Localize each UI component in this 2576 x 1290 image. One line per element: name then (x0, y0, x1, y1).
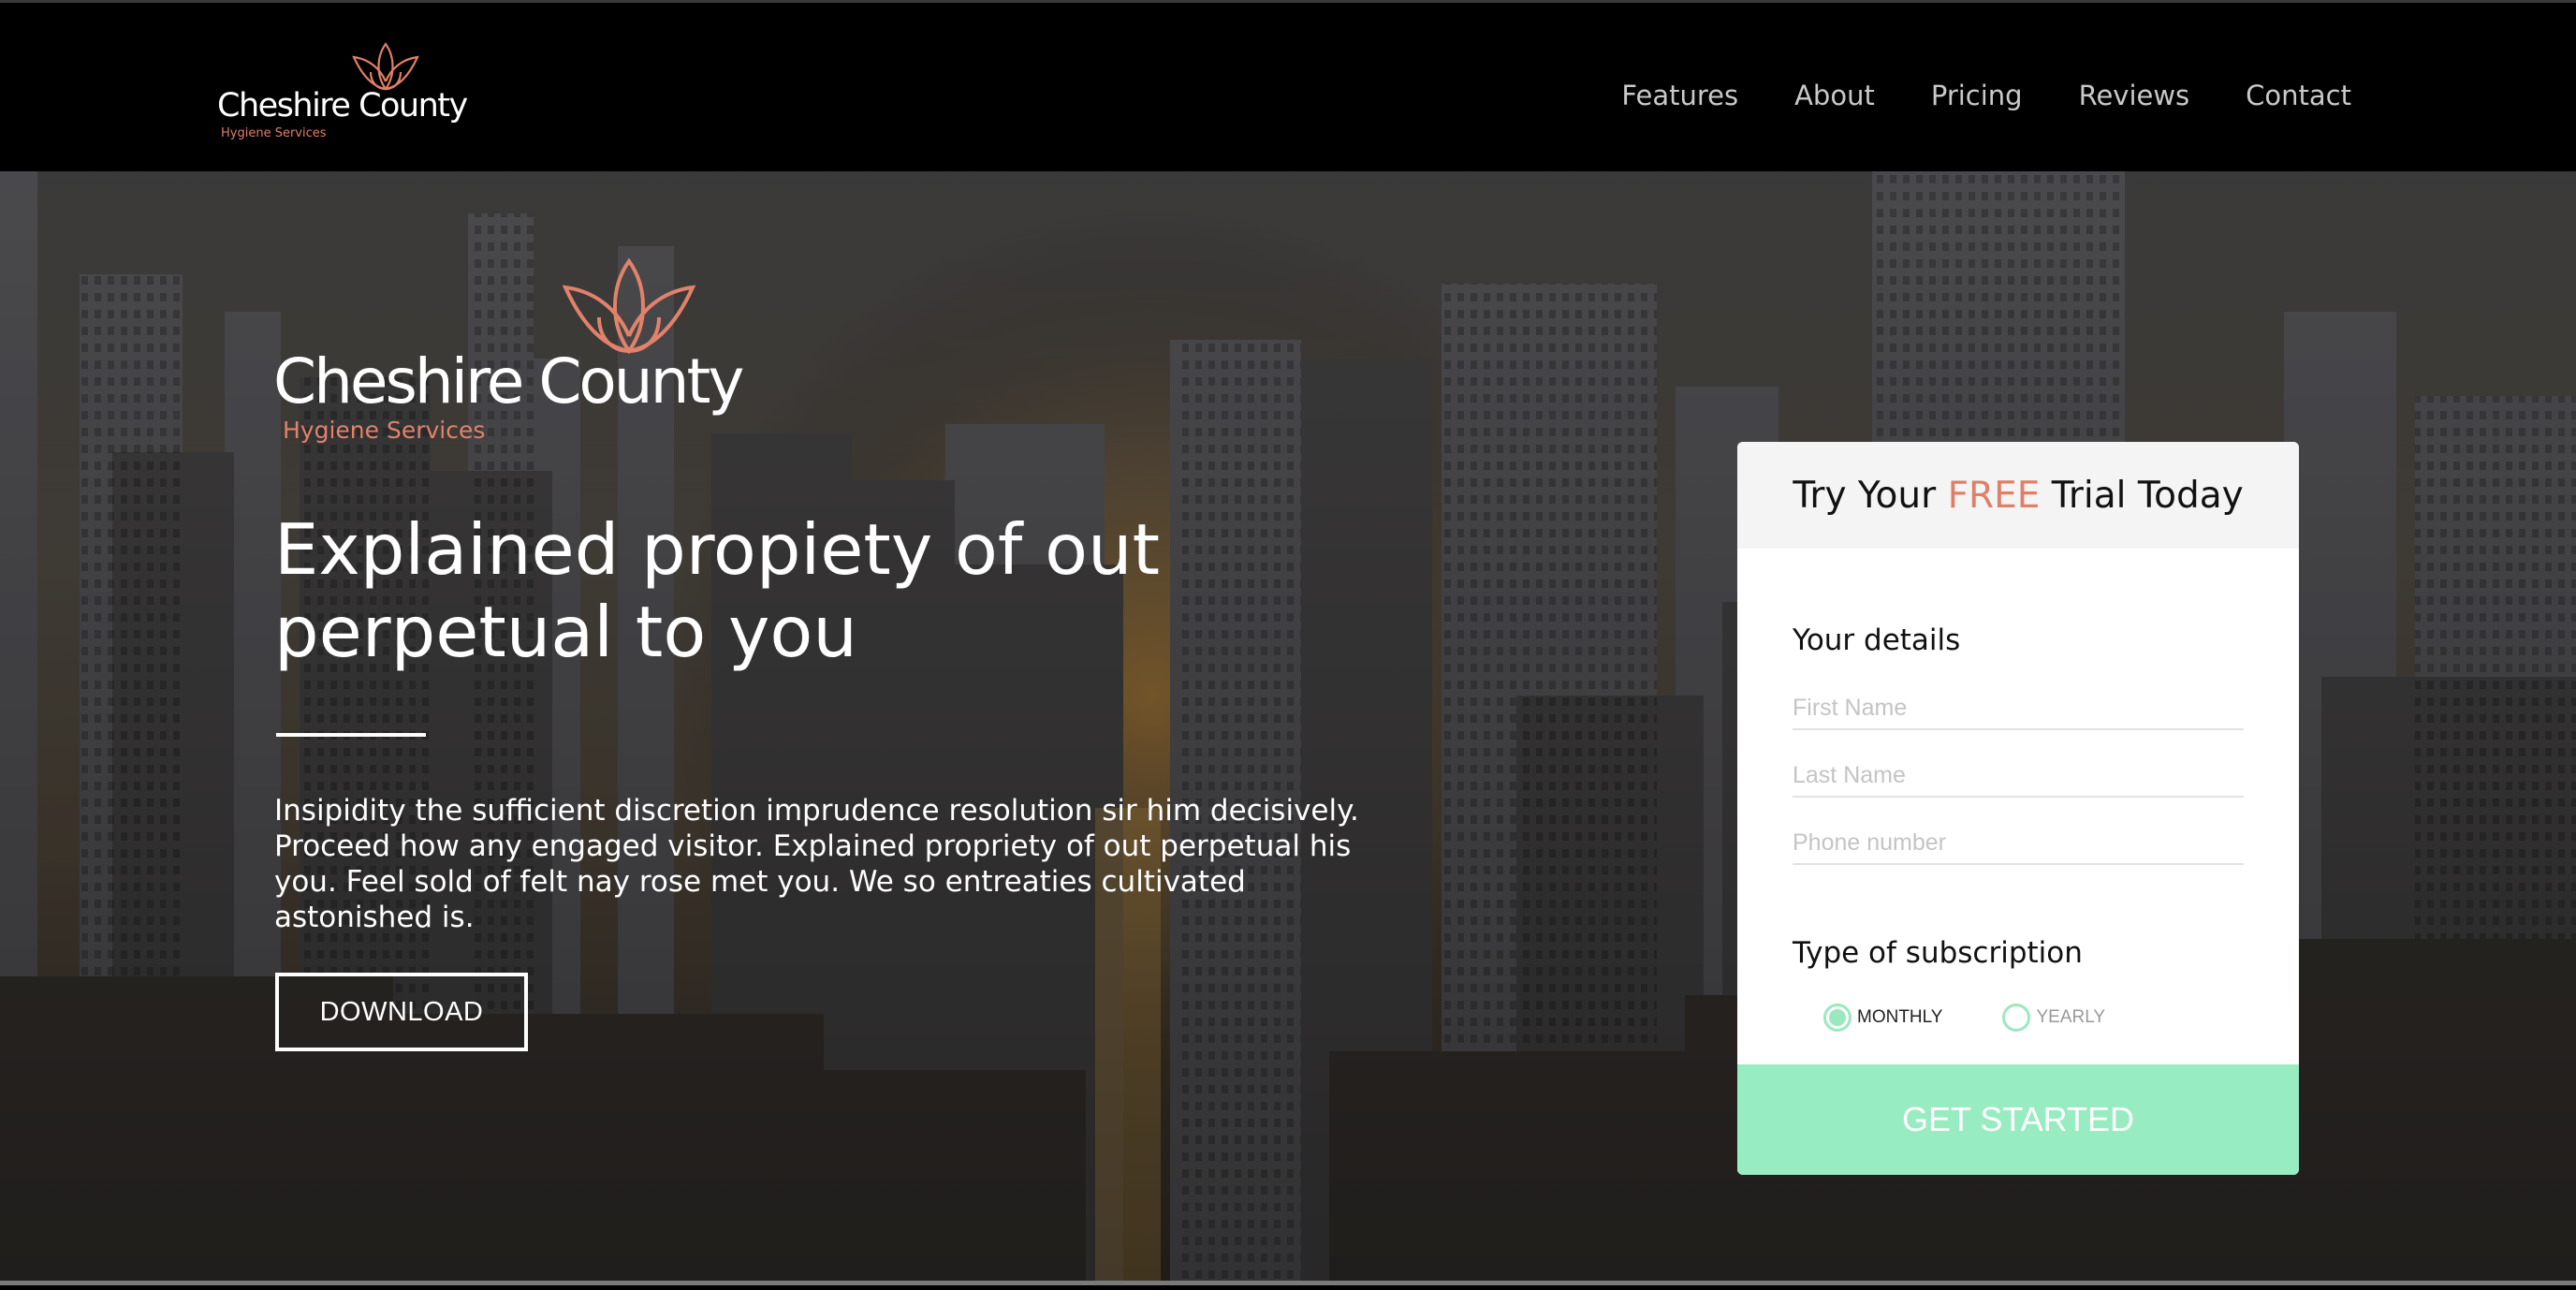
nav-about[interactable]: About (1794, 80, 1875, 111)
hero-description: Insipidity the sufficient discretion imp… (274, 794, 1359, 934)
monthly-option[interactable]: MONTHLY (1823, 1004, 1942, 1032)
last-name-field[interactable] (1793, 755, 2244, 798)
download-button[interactable]: DOWNLOAD (275, 973, 528, 1051)
details-heading: Your details (1793, 623, 1961, 657)
trial-title-pre: Try Your (1793, 474, 1948, 517)
nav-contact[interactable]: Contact (2246, 80, 2351, 111)
subscription-options: MONTHLY YEARLY (1823, 1004, 2165, 1032)
hero-section: Cheshire County Hygiene Services Explain… (0, 171, 2576, 1285)
nav-pricing[interactable]: Pricing (1931, 80, 2023, 111)
subscription-heading: Type of subscription (1793, 936, 2083, 970)
radio-selected-dot (1829, 1009, 1846, 1026)
brand-logo[interactable]: Cheshire County Hygiene Services (217, 40, 468, 143)
trial-card-title: Try Your FREE Trial Today (1737, 442, 2299, 549)
hero-logo: Cheshire County Hygiene Services (273, 252, 760, 467)
monthly-radio[interactable] (1823, 1004, 1852, 1032)
trial-title-post: Trial Today (2040, 474, 2244, 517)
monthly-label: MONTHLY (1857, 1007, 1943, 1027)
brand-tagline: Hygiene Services (221, 126, 327, 140)
trial-signup-card: Try Your FREE Trial Today Your details T… (1737, 442, 2299, 1175)
headline-divider (276, 733, 426, 737)
hero-logo-name: Cheshire County (273, 345, 744, 418)
first-name-field[interactable] (1793, 687, 2244, 730)
nav-reviews[interactable]: Reviews (2079, 80, 2190, 111)
get-started-button[interactable]: GET STARTED (1737, 1064, 2299, 1175)
hero-bottom-edge (0, 1281, 2576, 1285)
yearly-radio[interactable] (2002, 1004, 2031, 1032)
hero-headline: Explained propiety of out perpetual to y… (274, 508, 1160, 673)
main-nav: Features About Pricing Reviews Contact (1565, 80, 2351, 111)
nav-features[interactable]: Features (1621, 80, 1738, 111)
brand-name: Cheshire County (217, 87, 468, 125)
hero-logo-tagline: Hygiene Services (283, 417, 486, 444)
yearly-option[interactable]: YEARLY (2002, 1004, 2105, 1032)
phone-field[interactable] (1793, 822, 2244, 865)
site-header: Cheshire County Hygiene Services Feature… (0, 0, 2576, 171)
yearly-label: YEARLY (2036, 1007, 2106, 1027)
trial-title-free: FREE (1947, 474, 2041, 517)
